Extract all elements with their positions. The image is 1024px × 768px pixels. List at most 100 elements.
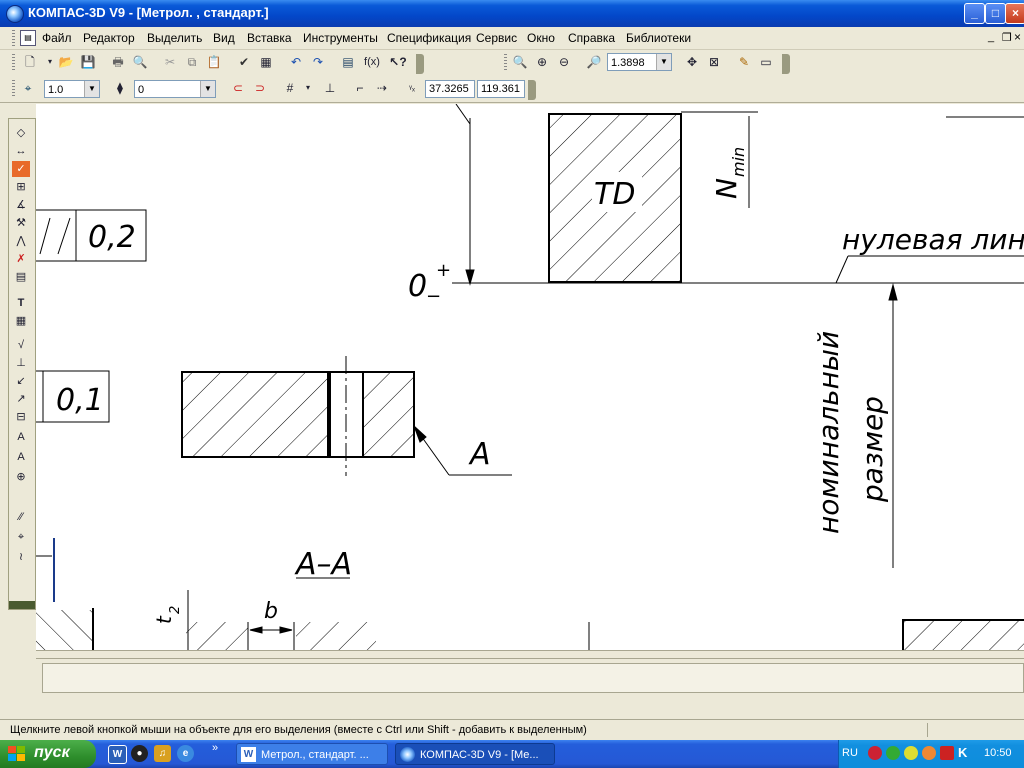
menu-insert[interactable]: Вставка [247,31,292,45]
menu-view[interactable]: Вид [213,31,235,45]
designations-icon[interactable]: ✓ [12,161,30,177]
position-icon[interactable]: ↗ [12,391,30,407]
associative-views-icon[interactable]: ✗ [12,251,30,267]
task-button-word[interactable]: W Метрол., стандарт. ... [236,743,388,765]
pan-icon[interactable]: ✥ [682,52,702,72]
base-icon[interactable]: ⊥ [12,355,30,371]
coord-x-field[interactable]: 37.3265 [425,80,475,98]
layer-combo[interactable]: 0 ▼ [134,80,216,98]
cut-line-icon[interactable]: A [12,449,30,465]
tray-app-icon[interactable] [922,746,936,760]
maximize-button[interactable]: □ [985,3,1006,24]
geometry-icon[interactable]: ◇ [12,125,30,141]
display-mode-icon[interactable]: ▭ [756,52,776,72]
properties-icon[interactable]: ✔ [234,52,254,72]
task-button-kompas[interactable]: КОМПАС-3D V9 - [Ме... [395,743,555,765]
cut-icon[interactable]: ✂ [160,52,180,72]
close-button[interactable]: × [1005,3,1024,24]
local-cs-icon[interactable]: ⊥ [320,78,340,98]
tray-arrow-icon[interactable] [868,746,882,760]
select-icon[interactable]: ⋀ [12,233,30,249]
paste-icon[interactable]: 📋 [204,52,224,72]
zoom-scale-icon[interactable]: 🔎 [584,52,604,72]
drawing-svg[interactable]: TD N min 0 + − нулевая линия 0,2 0,1 A A… [36,104,1024,650]
menu-help[interactable]: Справка [568,31,615,45]
center-mark-icon[interactable]: ⌖ [12,529,30,545]
tray-antivirus-icon[interactable] [940,746,954,760]
refresh-icon[interactable]: ✎ [734,52,754,72]
tray-k-icon[interactable]: K [958,745,967,760]
save-icon[interactable]: 💾 [78,52,98,72]
open-folder-icon[interactable]: 📂 [56,52,76,72]
zoom-in-icon[interactable]: ⊕ [532,52,552,72]
cursor-coords-icon[interactable]: ⇢ [372,78,392,98]
redo-icon[interactable]: ↷ [308,52,328,72]
layers-icon[interactable]: ⧫ [110,78,130,98]
media-quicklaunch-icon[interactable]: ● [131,745,148,762]
wave-line-icon[interactable]: ≀ [12,549,30,565]
menu-edit[interactable]: Редактор [83,31,135,45]
title-bar[interactable]: КОМПАС-3D V9 - [Метрол. , стандарт.] _ □… [0,0,1024,27]
word-quicklaunch-icon[interactable]: W [108,745,127,764]
roughness-icon[interactable]: √ [12,337,30,353]
grid-icon[interactable]: # [280,78,300,98]
parametrization-icon[interactable]: ∡ [12,197,30,213]
app-quicklaunch-icon[interactable]: ♫ [154,745,171,762]
toolbar-end-handle-3[interactable] [528,80,536,100]
minimize-button[interactable]: _ [964,3,985,24]
doc-close-button[interactable]: × [1014,30,1021,44]
line-style-dropdown-icon[interactable]: ▼ [84,81,99,97]
menu-select[interactable]: Выделить [147,31,202,45]
leader-icon[interactable]: ↙ [12,373,30,389]
start-button[interactable]: пуск [0,740,96,768]
new-document-icon[interactable]: 🗋 [20,52,40,72]
menu-file[interactable]: Файл [42,31,72,45]
doc-minimize-button[interactable]: _ [988,31,994,43]
text-icon[interactable]: T [12,295,30,311]
context-help-icon[interactable]: ↖? [388,52,408,72]
measure-icon[interactable]: ⚒ [12,215,30,231]
coord-y-field[interactable]: 119.361 [477,80,525,98]
language-indicator[interactable]: RU [842,747,858,759]
table-icon[interactable]: ▦ [12,313,30,329]
hatch-icon[interactable]: ⁄⁄ [12,509,30,525]
zoom-dropdown-icon[interactable]: ▼ [656,54,671,70]
tray-network-icon[interactable] [886,746,900,760]
doc-restore-button[interactable]: ❐ [1002,31,1012,44]
view-arrow-icon[interactable]: A [12,429,30,445]
document-icon[interactable]: ▤ [20,30,36,46]
layer-dropdown-icon[interactable]: ▼ [200,81,215,97]
zoom-out-icon[interactable]: ⊖ [554,52,574,72]
fit-all-icon[interactable]: ⊠ [704,52,724,72]
menu-tools[interactable]: Инструменты [303,31,378,45]
menu-window[interactable]: Окно [527,31,555,45]
drawing-canvas[interactable]: TD N min 0 + − нулевая линия 0,2 0,1 A A… [36,104,1024,650]
print-icon[interactable]: 🖶 [108,52,128,72]
function-icon[interactable]: f(x) [360,52,384,72]
spec-icon[interactable]: ▤ [12,269,30,285]
zoom-combo[interactable]: 1.3898 ▼ [607,53,672,71]
menu-libraries[interactable]: Библиотеки [626,31,691,45]
snap-settings-icon[interactable]: ⊃ [250,78,270,98]
tolerance-icon[interactable]: ⊟ [12,409,30,425]
grid-dropdown-icon[interactable]: ▾ [298,78,318,98]
dimensions-icon[interactable]: ↔ [12,143,30,159]
property-panel-area[interactable] [42,663,1024,693]
ortho-mode-icon[interactable]: ⌐ [350,78,370,98]
ie-quicklaunch-icon[interactable]: e [177,745,194,762]
zoom-window-icon[interactable]: 🔍 [510,52,530,72]
toolbar-end-handle[interactable] [416,54,424,74]
manager-icon[interactable]: ▦ [256,52,276,72]
axis-icon[interactable]: ⊕ [12,469,30,485]
magnet-snap-icon[interactable]: ⊂ [228,78,248,98]
menu-specification[interactable]: Спецификация [387,31,471,45]
edit-icon[interactable]: ⊞ [12,179,30,195]
copy-icon[interactable]: ⧉ [182,52,202,72]
quicklaunch-more-icon[interactable]: » [212,742,218,754]
print-preview-icon[interactable]: 🔍 [130,52,150,72]
variables-icon[interactable]: ▤ [338,52,358,72]
snap-grid-icon[interactable]: ⌖ [18,78,38,98]
tray-volume-icon[interactable] [904,746,918,760]
undo-icon[interactable]: ↶ [286,52,306,72]
kompas-app-icon[interactable] [6,5,24,23]
